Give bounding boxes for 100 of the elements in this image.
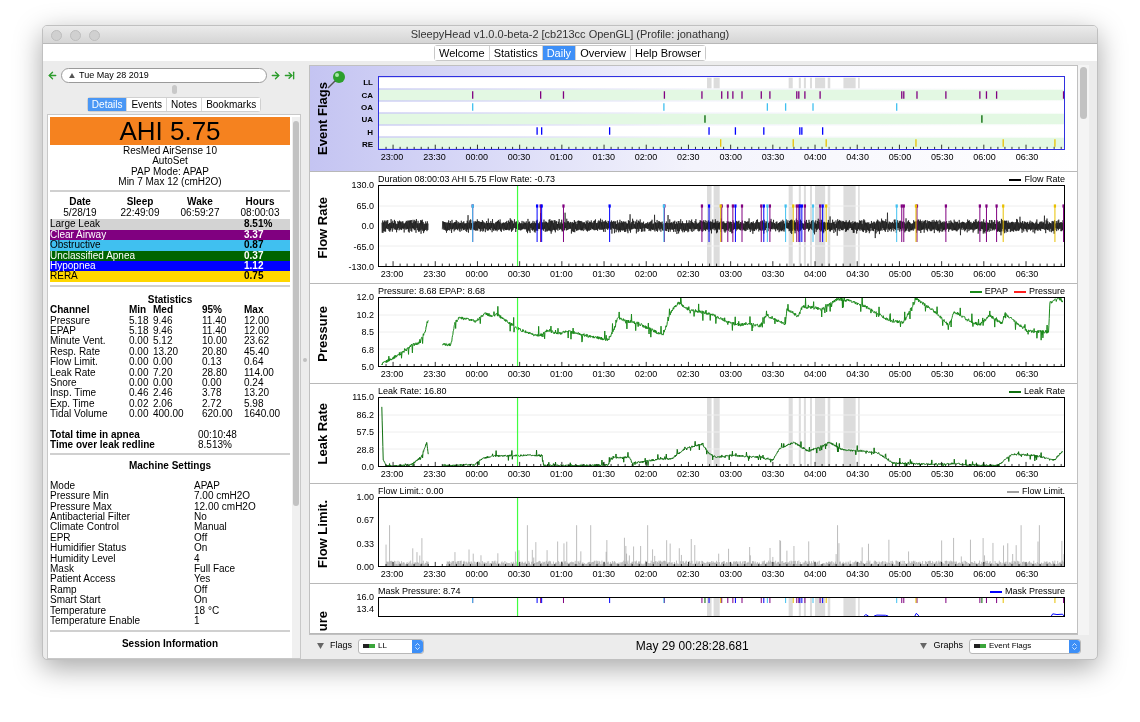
axis-tick-label: 23:30 — [423, 152, 446, 162]
total-value: 00:10:48 — [198, 429, 238, 440]
axis-tick-label: 01:00 — [550, 469, 573, 479]
graph-readout: Duration 08:00:03 AHI 5.75 Flow Rate: -0.73 — [378, 174, 556, 185]
table-cell-text: 0.00 — [202, 378, 223, 388]
axis-tick-label: 04:30 — [846, 269, 869, 279]
axis-tick-label: -65.0 — [352, 241, 374, 252]
table-cell-text: 9.46 — [153, 315, 174, 326]
table-cell-text: Minute Vent. — [50, 336, 107, 347]
setting-label: Ramp — [50, 584, 78, 596]
setting-label: Smart Start — [50, 595, 102, 606]
main-tab[interactable]: Welcome — [435, 46, 490, 60]
scrollbar-thumb[interactable] — [293, 120, 299, 506]
setting-label: Temperature Enable — [50, 616, 142, 627]
date-field[interactable]: Tue May 28 2019 — [61, 68, 267, 84]
axis-tick-label: 06:30 — [1015, 369, 1039, 379]
table-cell-text: Tidal Volume — [50, 409, 109, 420]
scrollbar[interactable] — [1078, 65, 1089, 635]
axis-tick-label: 57.5 — [355, 427, 374, 437]
axis-tick-label: 00:30 — [507, 152, 531, 162]
axis-tick-label: 05:00 — [888, 269, 912, 279]
table-cell-text: 5.98 — [244, 398, 265, 409]
splitter-handle[interactable] — [171, 85, 177, 95]
flags-select[interactable]: LL — [358, 638, 424, 654]
scrollbar-thumb[interactable] — [1080, 67, 1087, 119]
table-cell-text: 620.00 — [202, 409, 234, 420]
table-cell-text: 0.00 — [129, 378, 150, 388]
axis-tick-label: 03:30 — [761, 369, 785, 379]
table-cell-text: 45.40 — [244, 346, 271, 357]
event-index: 3.37 — [244, 229, 265, 240]
axis-tick-label: 0.33 — [355, 538, 374, 549]
column-header: Max — [244, 305, 265, 316]
axis-tick-label: 06:30 — [1015, 569, 1039, 579]
flag-row-label: CA — [361, 90, 373, 99]
machine-info: PAP Mode: APAP — [131, 166, 209, 177]
axis-tick-label: 01:00 — [550, 369, 573, 379]
total-value: 8.513% — [198, 440, 233, 451]
scrollbar[interactable] — [292, 116, 300, 658]
table-cell-text: 06:59:27 — [179, 207, 221, 219]
column-header: Wake — [186, 197, 214, 208]
table-cell-text: 0.00 — [129, 367, 150, 378]
splitter-handle[interactable] — [303, 358, 307, 362]
table-cell-text: 2.06 — [153, 398, 174, 409]
axis-tick-label: 00:00 — [465, 269, 488, 279]
next-day-icon[interactable] — [270, 70, 281, 82]
axis-tick-label: -130.0 — [347, 262, 374, 272]
setting-value: On — [194, 595, 209, 606]
axis-tick-label: 05:00 — [888, 569, 912, 579]
graphs-select[interactable]: Event Flags — [969, 638, 1081, 654]
axis-tick-label: 23:00 — [380, 469, 404, 479]
axis-tick-label: 02:30 — [677, 269, 700, 279]
graph-title: Flow Rate — [314, 196, 332, 259]
axis-tick-label: 01:00 — [550, 152, 573, 162]
window-control[interactable] — [70, 30, 81, 41]
table-cell-text: 10.00 — [202, 336, 229, 347]
window-control[interactable] — [51, 30, 62, 41]
axis-tick-label: 03:00 — [719, 469, 742, 479]
axis-tick-label: 10.2 — [355, 309, 374, 320]
table-cell-text: 400.00 — [153, 409, 185, 420]
axis-tick-label: 01:30 — [592, 269, 615, 279]
axis-tick-label: 01:30 — [592, 569, 615, 579]
disclosure-triangle-icon[interactable] — [317, 643, 324, 649]
table-cell-text: 0.00 — [153, 357, 174, 368]
axis-tick-label: 0.00 — [355, 562, 374, 572]
axis-tick-label: 0.0 — [360, 221, 374, 231]
axis-tick-label: 04:30 — [846, 369, 869, 379]
window-control[interactable] — [89, 30, 100, 41]
column-header: Hours — [244, 197, 276, 208]
table-cell-text: 13.20 — [153, 346, 180, 357]
column-header: Med — [153, 305, 174, 316]
table-cell-text: 5.18 — [129, 315, 150, 326]
axis-tick-label: 04:00 — [804, 152, 827, 162]
table-cell-text: 2.46 — [153, 388, 174, 399]
axis-tick-label: 04:30 — [846, 569, 869, 579]
table-cell-text: Pressure — [50, 315, 91, 326]
setting-value: Full Face — [194, 564, 237, 575]
axis-tick-label: 03:30 — [761, 569, 785, 579]
setting-label: Humidity Level — [50, 553, 117, 565]
previous-day-icon[interactable] — [47, 70, 58, 82]
axis-tick-label: 23:30 — [423, 369, 446, 379]
table-cell-text: 2.72 — [202, 398, 223, 409]
event-name: Large Leak — [50, 219, 101, 230]
disclosure-triangle-icon[interactable] — [920, 643, 928, 649]
table-cell-text: 5.18 — [129, 325, 150, 336]
last-day-icon[interactable] — [284, 70, 295, 82]
axis-tick-label: 23:30 — [423, 569, 446, 579]
machine-info: AutoSet — [152, 156, 188, 167]
event-name: Hypopnea — [50, 260, 97, 272]
setting-value: No — [194, 512, 207, 523]
table-cell-text: 0.00 — [129, 357, 150, 368]
axis-tick-label: 05:30 — [931, 369, 954, 379]
axis-tick-label: 05:00 — [888, 469, 912, 479]
event-name: Obstructive — [50, 240, 102, 251]
section-title: Statistics — [146, 294, 194, 305]
axis-tick-label: 86.2 — [355, 409, 374, 420]
axis-tick-label: 06:30 — [1015, 269, 1039, 279]
table-cell-text: 5/28/19 — [62, 207, 98, 219]
setting-value: Off — [194, 532, 209, 543]
table-cell-text: 13.20 — [244, 388, 271, 399]
axis-tick-label: 00:30 — [507, 469, 531, 479]
